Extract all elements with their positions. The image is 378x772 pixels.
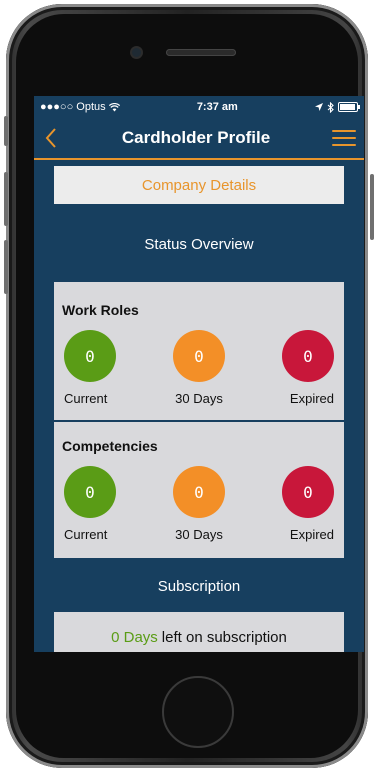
work-roles-panel: Work Roles 0 Current 0 30 Days 0 Expired (54, 282, 344, 420)
company-details-button[interactable]: Company Details (54, 166, 344, 204)
work-roles-heading: Work Roles (62, 302, 139, 318)
competencies-panel: Competencies 0 Current 0 30 Days 0 Expir… (54, 420, 344, 558)
menu-line (332, 137, 356, 139)
expired-label: Expired (289, 527, 334, 542)
current-label: Current (64, 527, 108, 542)
wifi-icon (108, 102, 120, 111)
carrier-label: ●●●○○ Optus (40, 101, 106, 113)
back-button[interactable] (34, 118, 68, 158)
work-roles-expired[interactable]: 0 Expired (282, 330, 334, 406)
power-button (370, 174, 374, 240)
app-screen: ●●●○○ Optus 7:37 am Cardholder Profile C… (34, 96, 364, 652)
competencies-expired[interactable]: 0 Expired (282, 466, 334, 542)
bluetooth-icon (327, 101, 334, 113)
competencies-30-days[interactable]: 0 30 Days (161, 466, 237, 542)
battery-icon (337, 102, 360, 112)
subscription-days: 0 Days (111, 628, 158, 646)
nav-bar: Cardholder Profile (34, 118, 364, 160)
page-title: Cardholder Profile (121, 128, 271, 147)
front-camera (132, 48, 141, 57)
company-details-label: Company Details (141, 176, 257, 194)
current-count-badge: 0 (64, 466, 116, 518)
status-bar: ●●●○○ Optus 7:37 am (34, 96, 364, 118)
location-arrow-icon (314, 103, 323, 111)
expired-count-badge: 0 (282, 466, 334, 518)
menu-line (332, 144, 356, 146)
30-days-count-badge: 0 (173, 466, 225, 518)
hamburger-menu-button[interactable] (324, 118, 364, 158)
30-days-label: 30 Days (175, 391, 223, 406)
30-days-count-badge: 0 (173, 330, 225, 382)
competencies-heading: Competencies (62, 438, 158, 454)
subscription-suffix: left on subscription (161, 628, 287, 646)
current-count-badge: 0 (64, 330, 116, 382)
volume-down-button (4, 240, 8, 294)
work-roles-30-days[interactable]: 0 30 Days (161, 330, 237, 406)
subscription-title: Subscription (157, 578, 241, 595)
work-roles-current[interactable]: 0 Current (64, 330, 116, 406)
status-time: 7:37 am (196, 101, 238, 113)
expired-count-badge: 0 (282, 330, 334, 382)
volume-up-button (4, 172, 8, 226)
competencies-current[interactable]: 0 Current (64, 466, 116, 542)
subscription-card: 0 Days left on subscription (54, 612, 344, 652)
earpiece-speaker (166, 49, 236, 56)
30-days-label: 30 Days (175, 527, 223, 542)
expired-label: Expired (289, 391, 334, 406)
current-label: Current (64, 391, 108, 406)
home-button[interactable] (162, 676, 234, 748)
status-overview-title: Status Overview (144, 236, 254, 253)
menu-line (332, 130, 356, 132)
chevron-left-icon (45, 128, 56, 148)
mute-switch (4, 116, 8, 146)
